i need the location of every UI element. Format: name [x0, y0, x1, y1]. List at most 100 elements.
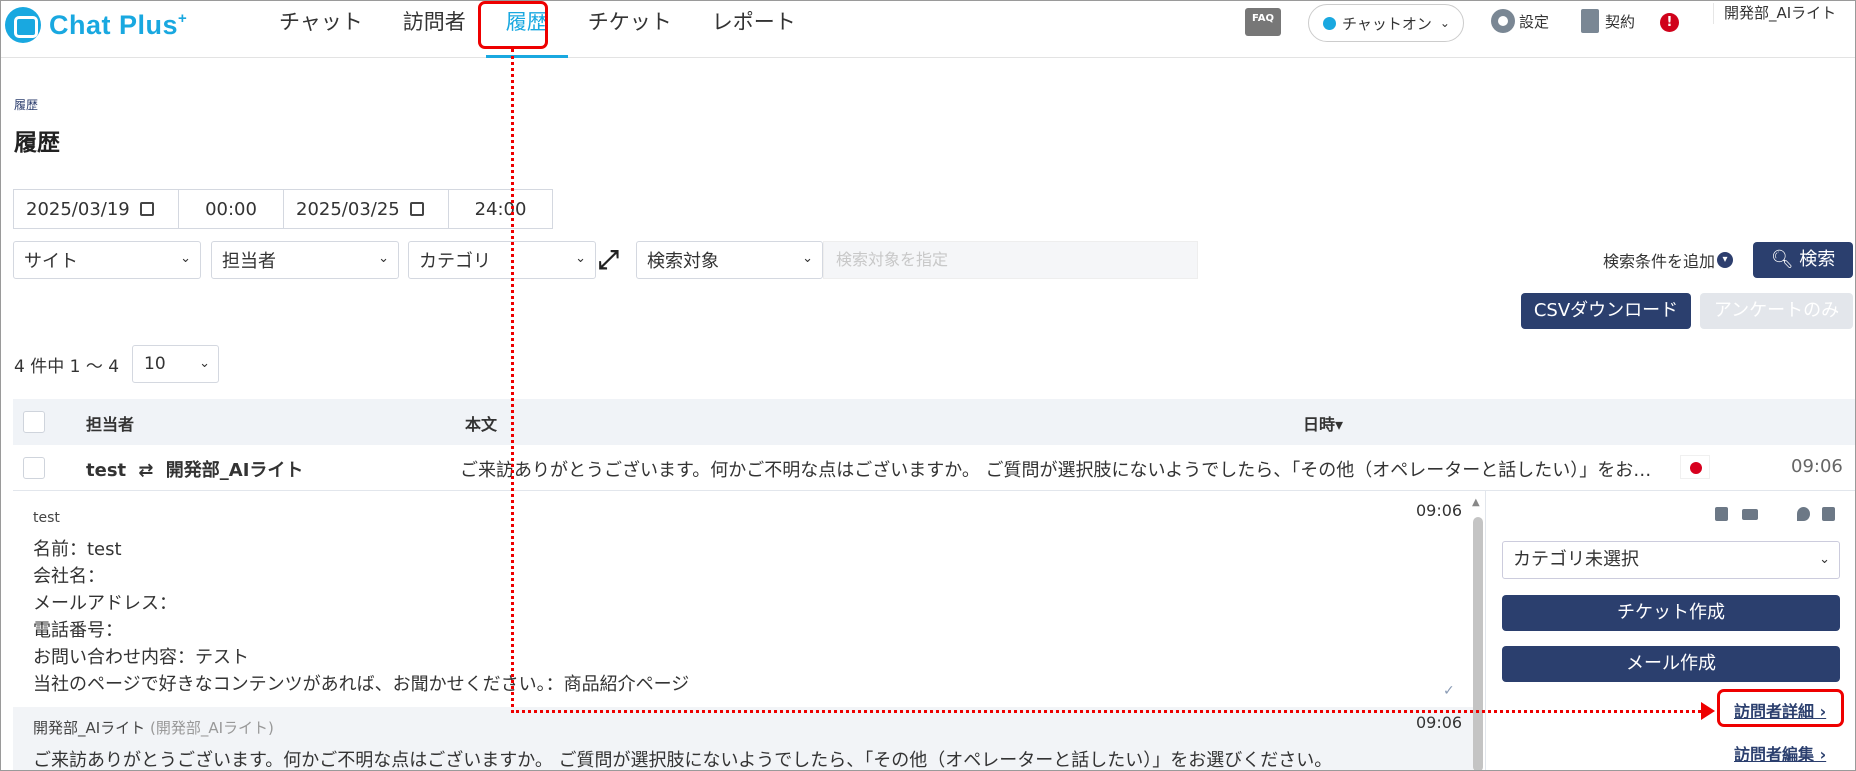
contract-label: 契約 [1605, 12, 1636, 31]
nav-chat[interactable]: チャット [259, 1, 383, 58]
settings-link[interactable]: 設定 [1491, 9, 1549, 33]
calendar-icon[interactable] [139, 202, 154, 216]
row-body: ご来訪ありがとうございます。何かご不明な点はございますか。 ご質問が選択肢にない… [460, 460, 1652, 481]
create-ticket-button[interactable]: チケット作成 [1502, 595, 1840, 631]
time-from-input[interactable]: 00:00 [178, 189, 284, 229]
survey-only-button: アンケートのみ [1700, 293, 1853, 329]
settings-label: 設定 [1519, 12, 1550, 31]
japan-flag-icon [1680, 455, 1710, 479]
contract-link[interactable]: 契約 [1581, 9, 1635, 33]
message-line: 会社名： [33, 566, 105, 587]
per-page-select[interactable]: 10 ⌄ [132, 345, 219, 383]
tag-icon[interactable] [1742, 509, 1758, 520]
logo-text: Chat Plus+ [49, 9, 188, 40]
chat-bubble-icon [5, 7, 41, 43]
operator-name-sub: (開発部_AIライト) [149, 719, 274, 737]
chevron-down-icon: ⌄ [199, 356, 210, 371]
alert-icon[interactable]: ! [1660, 13, 1679, 32]
visitor-message-time: 09:06 [1416, 501, 1463, 520]
history-side-panel: カテゴリ未選択 ⌄ チケット作成 メール作成 訪問者詳細 › 訪問者編集 › [1485, 491, 1855, 770]
visitor-message-sender: test [33, 510, 60, 526]
date-from-value: 2025/03/19 [26, 198, 130, 220]
col-body[interactable]: 本文 [465, 411, 497, 435]
col-operator[interactable]: 担当者 [86, 411, 134, 435]
annotation-connector-horizontal [511, 710, 1706, 713]
conversation-scrollbar[interactable]: ▲ [1471, 491, 1485, 770]
calendar-icon[interactable] [409, 202, 424, 216]
search-target-select[interactable]: 検索対象 ⌄ [636, 241, 823, 279]
memo-icon[interactable] [1715, 507, 1728, 521]
create-mail-button[interactable]: メール作成 [1502, 646, 1840, 682]
row-time: 09:06 [1791, 456, 1843, 477]
trash-icon[interactable] [1822, 507, 1835, 521]
annotation-arrowhead-icon [1701, 702, 1715, 720]
message-line: 当社のページで好きなコンテンツがあれば、お聞かせください。：商品紹介ページ [33, 674, 690, 695]
per-page-value: 10 [144, 354, 166, 374]
nav-reports[interactable]: レポート [692, 1, 816, 58]
chat-status-toggle[interactable]: チャットオン ⌄ [1308, 4, 1464, 42]
search-button[interactable]: 🔍︎ 検索 [1753, 242, 1853, 278]
chevron-down-icon: ⌄ [378, 251, 389, 266]
user-menu[interactable]: 開発部_AIライト [1713, 3, 1843, 24]
conversation-category-select[interactable]: カテゴリ未選択 ⌄ [1502, 541, 1840, 579]
highlight-box-visitor-detail [1717, 689, 1844, 727]
logo[interactable]: Chat Plus+ [5, 5, 187, 45]
row-visitor: test [86, 460, 127, 481]
document-icon [1581, 9, 1599, 33]
chat-status-label: チャットオン [1342, 14, 1432, 33]
row-participants: test ⇄ 開発部_AIライト [86, 456, 303, 482]
page-title: 履歴 [14, 130, 60, 156]
date-to-input[interactable]: 2025/03/25 [283, 189, 449, 229]
date-from-input[interactable]: 2025/03/19 [13, 189, 179, 229]
chevron-down-icon: ⌄ [180, 251, 191, 266]
conversation-category-value: カテゴリ未選択 [1513, 549, 1639, 570]
row-operator: 開発部_AIライト [165, 460, 304, 481]
exchange-arrows-icon: ⇄ [138, 460, 154, 481]
category-select[interactable]: カテゴリ ⌄ [408, 241, 596, 279]
search-target-value: 検索対象 [647, 251, 719, 272]
message-line: 電話番号： [33, 620, 123, 641]
visitor-message: test 名前：test 会社名： メールアドレス： 電話番号： お問い合わせ内… [33, 505, 689, 698]
operator-select[interactable]: 担当者 ⌄ [211, 241, 399, 279]
col-datetime[interactable]: 日時▾ [1303, 411, 1343, 435]
search-keyword-input[interactable]: 検索対象を指定 [823, 241, 1198, 279]
site-select[interactable]: サイト ⌄ [13, 241, 201, 279]
table-row[interactable]: test ⇄ 開発部_AIライト ご来訪ありがとうございます。何かご不明な点はご… [13, 445, 1855, 491]
pin-icon[interactable] [1797, 507, 1810, 521]
message-line: メールアドレス： [33, 593, 177, 614]
time-to-input[interactable]: 24:00 [448, 189, 553, 229]
chevron-down-icon: ⌄ [575, 251, 586, 266]
chevron-down-circle-icon: ▾ [1717, 252, 1734, 268]
highlight-box-history [478, 1, 548, 49]
operator-message-text: ご来訪ありがとうございます。何かご不明な点はございますか。 ご質問が選択肢にない… [33, 750, 1333, 771]
expand-arrows-icon[interactable]: ⤢ [598, 245, 619, 276]
search-button-label: 検索 [1799, 249, 1836, 270]
scroll-thumb[interactable] [1473, 517, 1483, 770]
nav-visitors[interactable]: 訪問者 [383, 1, 486, 58]
breadcrumb[interactable]: 履歴 [14, 96, 38, 113]
message-line: 名前：test [33, 539, 122, 560]
faq-icon[interactable]: FAQ [1245, 8, 1281, 36]
annotation-connector-vertical [511, 49, 514, 713]
nav-tickets[interactable]: チケット [568, 1, 692, 58]
scroll-up-icon[interactable]: ▲ [1472, 497, 1480, 508]
read-check-icon: ✓ [1443, 683, 1455, 699]
row-checkbox[interactable] [23, 457, 45, 479]
select-all-checkbox[interactable] [23, 411, 45, 433]
visitor-edit-link[interactable]: 訪問者編集 › [1734, 741, 1826, 765]
site-select-value: サイト [24, 251, 78, 272]
date-to-value: 2025/03/25 [296, 198, 400, 220]
csv-download-button[interactable]: CSVダウンロード [1521, 293, 1691, 329]
operator-name: 開発部_AIライト [33, 719, 146, 737]
operator-message: 開発部_AIライト (開発部_AIライト) ご来訪ありがとうございます。何かご不… [13, 707, 1473, 771]
search-icon: 🔍︎ [1770, 249, 1794, 270]
operator-message-sender: 開発部_AIライト (開発部_AIライト) [33, 717, 1453, 738]
gear-icon [1491, 9, 1515, 33]
chevron-down-icon: ⌄ [1439, 16, 1450, 30]
result-count: 4 件中 1 ～ 4 [14, 357, 120, 377]
table-header: 担当者 本文 日時▾ [13, 399, 1855, 445]
app-window: Chat Plus+ チャット 訪問者 履歴 チケット レポート FAQ チャッ… [0, 0, 1856, 771]
status-dot-icon [1323, 16, 1336, 30]
top-header: Chat Plus+ チャット 訪問者 履歴 チケット レポート FAQ チャッ… [1, 1, 1855, 58]
add-condition-link[interactable]: 検索条件を追加 ▾ [1603, 248, 1734, 272]
